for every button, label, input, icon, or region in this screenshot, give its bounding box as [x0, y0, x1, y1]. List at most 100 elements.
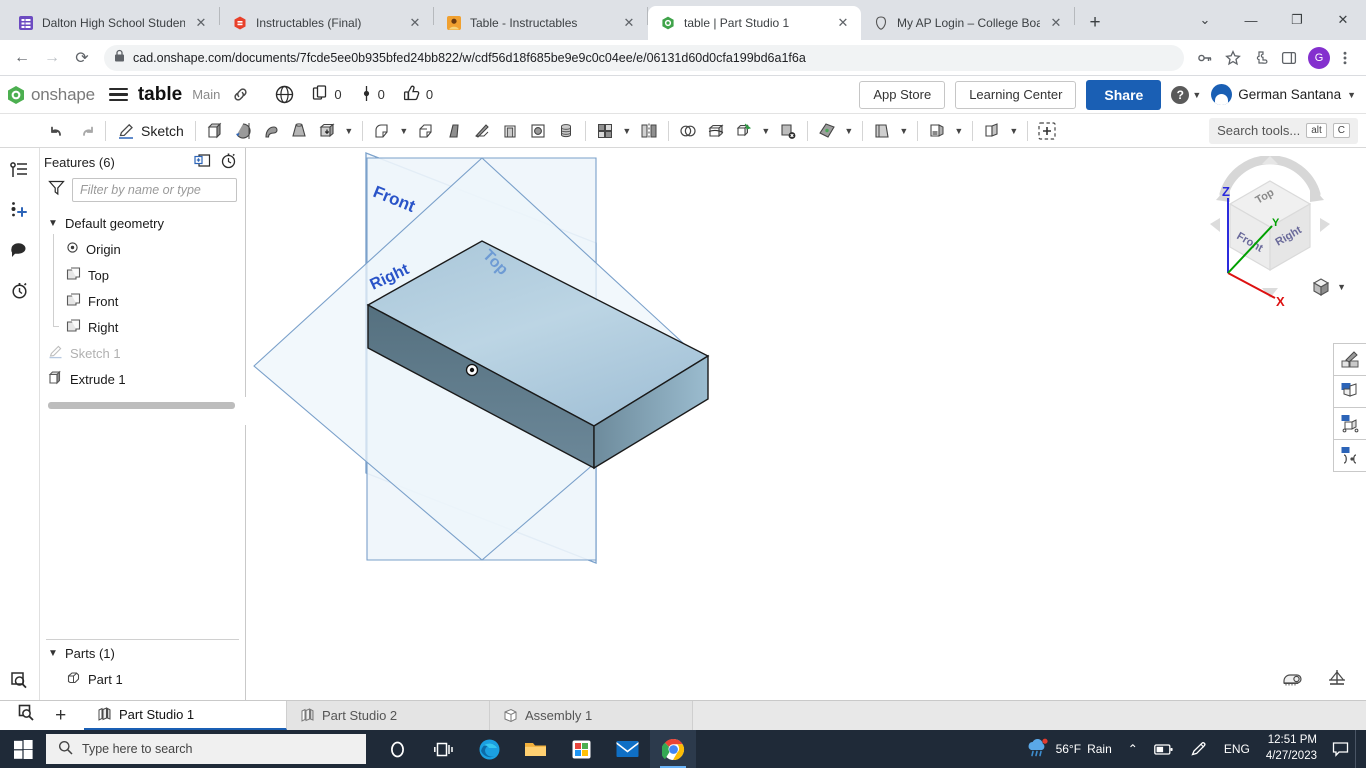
browser-tab-1[interactable]: Instructables (Final) ✕ [220, 6, 433, 40]
tree-item-sketch-1[interactable]: Sketch 1 [40, 340, 245, 366]
delete-face-icon[interactable] [774, 116, 802, 146]
reload-button[interactable]: ⟳ [68, 44, 96, 72]
chevron-down-icon[interactable]: ▼ [48, 648, 58, 659]
chevron-down-icon[interactable]: ▼ [951, 116, 967, 146]
tab-list-icon[interactable]: ⌄ [1182, 4, 1228, 36]
transform-render-icon[interactable] [1333, 407, 1366, 440]
chevron-down-icon[interactable]: ▼ [841, 116, 857, 146]
close-icon[interactable]: ✕ [1048, 15, 1064, 31]
chevron-down-icon[interactable]: ▼ [619, 116, 635, 146]
key-icon[interactable] [1192, 45, 1218, 71]
derived-icon[interactable] [923, 116, 951, 146]
start-button[interactable] [0, 730, 46, 768]
insert-icon[interactable] [7, 198, 33, 222]
add-folder-icon[interactable] [194, 153, 211, 171]
chevron-down-icon[interactable]: ▼ [396, 116, 412, 146]
help-menu[interactable]: ? ▼ [1171, 85, 1201, 104]
document-menu-button[interactable] [108, 87, 128, 102]
link-icon[interactable] [232, 86, 249, 103]
copy-counter[interactable]: 0 [312, 84, 342, 105]
sidepanel-icon[interactable] [1276, 45, 1302, 71]
parts-group-header[interactable]: ▼ Parts (1) [40, 640, 245, 666]
render-icon[interactable] [1333, 375, 1366, 408]
pen-icon[interactable] [1182, 730, 1216, 768]
thread-icon[interactable] [552, 116, 580, 146]
extrude-icon[interactable] [201, 116, 229, 146]
chevron-down-icon[interactable]: ▼ [1006, 116, 1022, 146]
tab-search-icon[interactable] [18, 704, 36, 727]
measure-tape-icon[interactable] [1282, 667, 1304, 692]
notification-icon[interactable] [1325, 730, 1355, 768]
browser-tab-3[interactable]: table | Part Studio 1 ✕ [648, 6, 861, 40]
close-icon[interactable]: ✕ [621, 15, 637, 31]
draft-icon[interactable] [440, 116, 468, 146]
address-bar[interactable]: cad.onshape.com/documents/7fcde5ee0b935b… [104, 44, 1184, 71]
mass-properties-icon[interactable] [1326, 667, 1348, 692]
sketch-button[interactable]: Sketch [111, 122, 190, 140]
tree-group-default-geometry[interactable]: ▼ Default geometry [40, 210, 245, 236]
branch-label[interactable]: Main [192, 87, 220, 102]
mirror-icon[interactable] [635, 116, 663, 146]
filter-input[interactable]: Filter by name or type [72, 178, 237, 202]
tree-item-extrude-1[interactable]: Extrude 1 [40, 366, 245, 392]
rollback-timer-icon[interactable] [220, 152, 237, 172]
extensions-icon[interactable] [1248, 45, 1274, 71]
transform-icon[interactable] [730, 116, 758, 146]
cortana-icon[interactable] [374, 730, 420, 768]
profile-avatar[interactable]: G [1308, 46, 1330, 69]
star-icon[interactable] [1220, 45, 1246, 71]
tab-part-studio-1[interactable]: Part Studio 1 [84, 701, 287, 730]
part-item-part-1[interactable]: Part 1 [40, 666, 245, 692]
versions-counter[interactable]: 0 [360, 85, 385, 105]
chevron-down-icon[interactable]: ▼ [48, 218, 58, 229]
file-explorer-icon[interactable] [512, 730, 558, 768]
composite-part-icon[interactable] [978, 116, 1006, 146]
loft-icon[interactable] [285, 116, 313, 146]
chevron-down-icon[interactable]: ▼ [758, 116, 774, 146]
tree-item-front[interactable]: Front [40, 286, 245, 314]
battery-icon[interactable] [1146, 730, 1182, 768]
pattern-icon[interactable] [591, 116, 619, 146]
browser-tab-0[interactable]: Dalton High School Student C ✕ [6, 6, 219, 40]
chrome-icon[interactable] [650, 730, 696, 768]
document-title[interactable]: table [138, 84, 182, 106]
sweep-icon[interactable] [257, 116, 285, 146]
search-tools-box[interactable]: Search tools... alt C [1209, 117, 1358, 144]
fillet-icon[interactable] [368, 116, 396, 146]
tree-item-right[interactable]: Right [40, 312, 245, 340]
rollback-bar[interactable] [48, 402, 235, 409]
redo-button[interactable] [72, 116, 100, 146]
chevron-down-icon[interactable]: ▼ [1337, 282, 1346, 292]
appearance-icon[interactable] [1333, 343, 1366, 376]
task-view-icon[interactable] [420, 730, 466, 768]
taskbar-search[interactable]: Type here to search [46, 734, 366, 764]
comments-icon[interactable] [7, 238, 33, 262]
onshape-logo[interactable]: onshape [6, 85, 95, 105]
mail-icon[interactable] [604, 730, 650, 768]
browser-tab-2[interactable]: Table - Instructables ✕ [434, 6, 647, 40]
forward-button[interactable]: → [38, 44, 66, 72]
measure-render-icon[interactable] [1333, 439, 1366, 472]
menu-icon[interactable] [1332, 45, 1358, 71]
browser-tab-4[interactable]: My AP Login – College Board ✕ [861, 6, 1074, 40]
rib-icon[interactable] [468, 116, 496, 146]
3d-viewport[interactable]: Front Top Right Top Front Right Z X Y ▼ [246, 148, 1366, 700]
taskbar-clock[interactable]: 12:51 PM 4/27/2023 [1258, 733, 1325, 764]
undo-button[interactable] [44, 116, 72, 146]
add-custom-feature-icon[interactable] [1033, 116, 1061, 146]
close-icon[interactable]: ✕ [193, 15, 209, 31]
weather-widget[interactable]: 56°F Rain [1018, 730, 1120, 768]
maximize-button[interactable]: ❐ [1274, 4, 1320, 36]
display-style-control[interactable]: ▼ [1310, 276, 1346, 298]
user-menu[interactable]: German Santana ▼ [1211, 84, 1356, 105]
tree-item-origin[interactable]: Origin [40, 234, 245, 262]
split-icon[interactable] [702, 116, 730, 146]
back-button[interactable]: ← [8, 44, 36, 72]
revolve-icon[interactable] [229, 116, 257, 146]
tab-assembly-1[interactable]: Assembly 1 [490, 701, 693, 730]
minimize-button[interactable]: — [1228, 4, 1274, 36]
tree-item-top[interactable]: Top [40, 260, 245, 288]
tray-expand-chevron[interactable]: ⌃ [1120, 730, 1146, 768]
zoom-icon[interactable] [7, 668, 33, 692]
close-icon[interactable]: ✕ [835, 15, 851, 31]
